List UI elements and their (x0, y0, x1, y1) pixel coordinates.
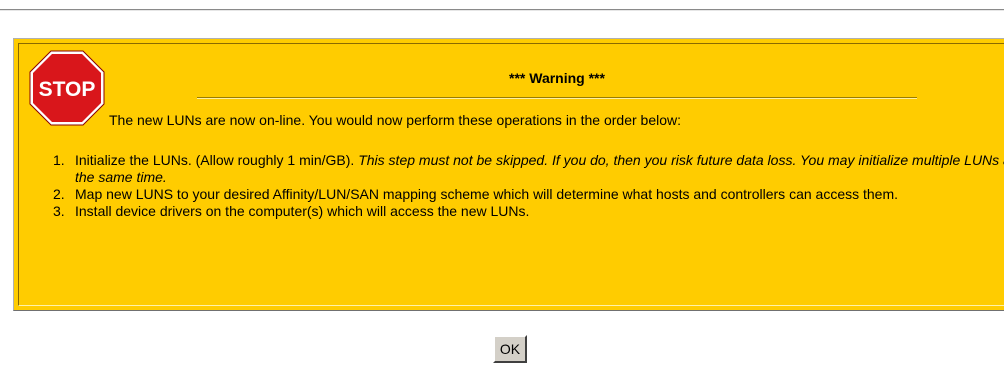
step-number: 1. (53, 152, 65, 168)
list-item: 2. Map new LUNS to your desired Affinity… (23, 186, 1004, 203)
list-item: 3. Install device drivers on the compute… (23, 203, 1004, 220)
step-number: 3. (53, 203, 65, 219)
top-divider (0, 9, 1004, 11)
step-text: Install device drivers on the computer(s… (75, 203, 530, 219)
intro-text: The new LUNs are now on-line. You would … (109, 112, 681, 128)
title-divider (197, 97, 917, 99)
steps-list: 1. Initialize the LUNs. (Allow roughly 1… (23, 152, 1004, 220)
stop-sign-label: STOP (39, 78, 96, 101)
list-item: 1. Initialize the LUNs. (Allow roughly 1… (23, 152, 1004, 186)
warning-title: *** Warning *** (509, 70, 605, 86)
step-text: Initialize the LUNs. (Allow roughly 1 mi… (75, 152, 359, 168)
step-number: 2. (53, 186, 65, 202)
ok-button[interactable]: OK (493, 335, 527, 363)
warning-panel: STOP *** Warning *** The new LUNs are no… (13, 38, 1004, 311)
stop-sign-icon: STOP (29, 50, 105, 126)
warning-panel-inner: STOP *** Warning *** The new LUNs are no… (18, 43, 1004, 306)
step-text: Map new LUNS to your desired Affinity/LU… (75, 186, 899, 202)
